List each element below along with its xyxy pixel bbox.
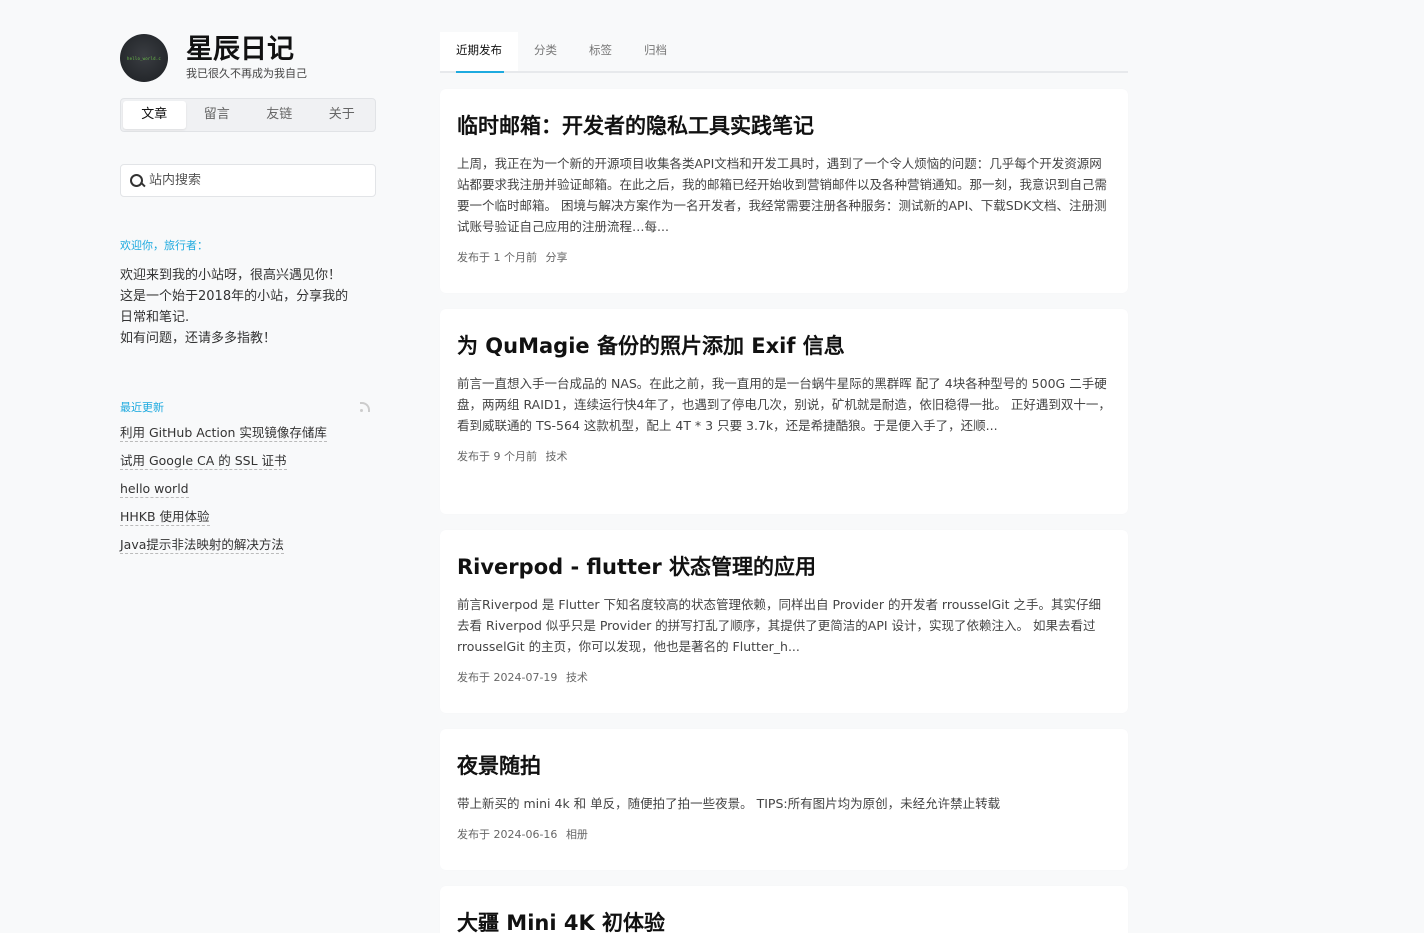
tab-archive[interactable]: 归档	[628, 32, 683, 71]
post-meta: 发布于 2024-06-16 相册	[457, 828, 1111, 842]
post-excerpt: 前言一直想入手一台成品的 NAS。在此之前，我一直用的是一台蜗牛星际的黑群晖 配…	[457, 376, 1111, 433]
list-item: Java提示非法映射的解决方法	[120, 535, 376, 554]
main-nav: 文章 留言 友链 关于	[120, 98, 376, 132]
post-card: Riverpod - flutter 状态管理的应用 前言Riverpod 是 …	[440, 530, 1128, 713]
brand-text: 星辰日记 我已很久不再成为我自己	[186, 35, 307, 81]
search-icon[interactable]	[129, 173, 145, 189]
post-card: 为 QuMagie 备份的照片添加 Exif 信息 前言一直想入手一台成品的 N…	[440, 309, 1128, 514]
welcome-line: 日常和笔记.	[120, 310, 190, 325]
site-title[interactable]: 星辰日记	[186, 35, 307, 65]
post-excerpt: 上周，我正在为一个新的开源项目收集各类API文档和开发工具时，遇到了一个令人烦恼…	[457, 156, 1108, 234]
post-meta-prefix: 发布于	[457, 671, 490, 684]
search-box	[120, 164, 376, 197]
welcome-line: 这是一个始于2018年的小站，分享我的	[120, 289, 349, 304]
recent-link[interactable]: hello world	[120, 481, 189, 498]
post-meta: 发布于 9 个月前 技术	[457, 450, 1111, 464]
list-item: HHKB 使用体验	[120, 507, 376, 526]
list-item: hello world	[120, 479, 376, 498]
post-meta-prefix: 发布于	[457, 450, 490, 463]
nav-item-articles[interactable]: 文章	[123, 101, 186, 129]
post-card: 夜景随拍 带上新买的 mini 4k 和 单反，随便拍了拍一些夜景。 TIPS:…	[440, 729, 1128, 870]
search-input[interactable]	[149, 173, 369, 188]
tab-tags[interactable]: 标签	[573, 32, 628, 71]
site-subtitle: 我已很久不再成为我自己	[186, 67, 307, 80]
post-meta: 发布于 1 个月前 分享	[457, 251, 1111, 265]
post-excerpt: 前言Riverpod 是 Flutter 下知名度较高的状态管理依赖，同样出自 …	[457, 597, 1102, 654]
post-excerpt: 带上新买的 mini 4k 和 单反，随便拍了拍一些夜景。 TIPS:所有图片均…	[457, 796, 1001, 811]
tab-recent[interactable]: 近期发布	[440, 32, 518, 73]
welcome-line: 如有问题，还请多多指教！	[120, 331, 277, 346]
recent-link[interactable]: HHKB 使用体验	[120, 509, 210, 526]
post-title[interactable]: 夜景随拍	[457, 751, 1111, 781]
post-title[interactable]: Riverpod - flutter 状态管理的应用	[457, 552, 1111, 582]
nav-item-guestbook[interactable]: 留言	[186, 101, 249, 129]
nav-item-about[interactable]: 关于	[311, 101, 374, 129]
main-content: 近期发布 分类 标签 归档 临时邮箱：开发者的隐私工具实践笔记 上周，我正在为一…	[440, 32, 1128, 933]
avatar-text: hello_world.c	[127, 55, 161, 61]
post-card: 临时邮箱：开发者的隐私工具实践笔记 上周，我正在为一个新的开源项目收集各类API…	[440, 89, 1128, 293]
avatar[interactable]: hello_world.c	[120, 34, 168, 82]
recent-link[interactable]: 利用 GitHub Action 实现镜像存储库	[120, 425, 327, 442]
post-title[interactable]: 临时邮箱：开发者的隐私工具实践笔记	[457, 111, 1111, 141]
recent-link[interactable]: 试用 Google CA 的 SSL 证书	[120, 453, 287, 470]
page: hello_world.c 星辰日记 我已很久不再成为我自己 文章 留言 友链 …	[0, 0, 1424, 933]
post-date: 9 个月前	[493, 450, 538, 463]
recent-heading: 最近更新	[120, 401, 164, 414]
welcome-line: 欢迎来到我的小站呀，很高兴遇见你！	[120, 268, 342, 283]
post-title[interactable]: 大疆 Mini 4K 初体验	[457, 908, 1111, 933]
rss-icon[interactable]	[360, 402, 370, 412]
list-item: 利用 GitHub Action 实现镜像存储库	[120, 423, 376, 442]
post-title[interactable]: 为 QuMagie 备份的照片添加 Exif 信息	[457, 331, 1111, 361]
post-meta-prefix: 发布于	[457, 251, 490, 264]
post-category[interactable]: 技术	[566, 671, 588, 684]
nav-item-friends[interactable]: 友链	[248, 101, 311, 129]
post-category[interactable]: 技术	[546, 450, 568, 463]
post-tabs: 近期发布 分类 标签 归档	[440, 32, 1128, 73]
post-category[interactable]: 相册	[566, 828, 588, 841]
sidebar: hello_world.c 星辰日记 我已很久不再成为我自己 文章 留言 友链 …	[120, 34, 376, 563]
recent-header: 最近更新	[120, 399, 376, 415]
recent-list: 利用 GitHub Action 实现镜像存储库 试用 Google CA 的 …	[120, 423, 376, 554]
post-meta: 发布于 2024-07-19 技术	[457, 671, 1111, 685]
brand[interactable]: hello_world.c 星辰日记 我已很久不再成为我自己	[120, 34, 376, 82]
recent-link[interactable]: Java提示非法映射的解决方法	[120, 537, 284, 554]
post-date: 2024-06-16	[493, 828, 558, 841]
list-item: 试用 Google CA 的 SSL 证书	[120, 451, 376, 470]
welcome-heading: 欢迎你，旅行者：	[120, 239, 208, 252]
post-list: 临时邮箱：开发者的隐私工具实践笔记 上周，我正在为一个新的开源项目收集各类API…	[440, 89, 1128, 933]
welcome-body: 欢迎来到我的小站呀，很高兴遇见你！ 这是一个始于2018年的小站，分享我的 日常…	[120, 265, 376, 349]
post-category[interactable]: 分享	[546, 251, 568, 264]
post-date: 1 个月前	[493, 251, 538, 264]
post-meta-prefix: 发布于	[457, 828, 490, 841]
post-card: 大疆 Mini 4K 初体验	[440, 886, 1128, 933]
post-date: 2024-07-19	[493, 671, 558, 684]
tab-categories[interactable]: 分类	[518, 32, 573, 71]
